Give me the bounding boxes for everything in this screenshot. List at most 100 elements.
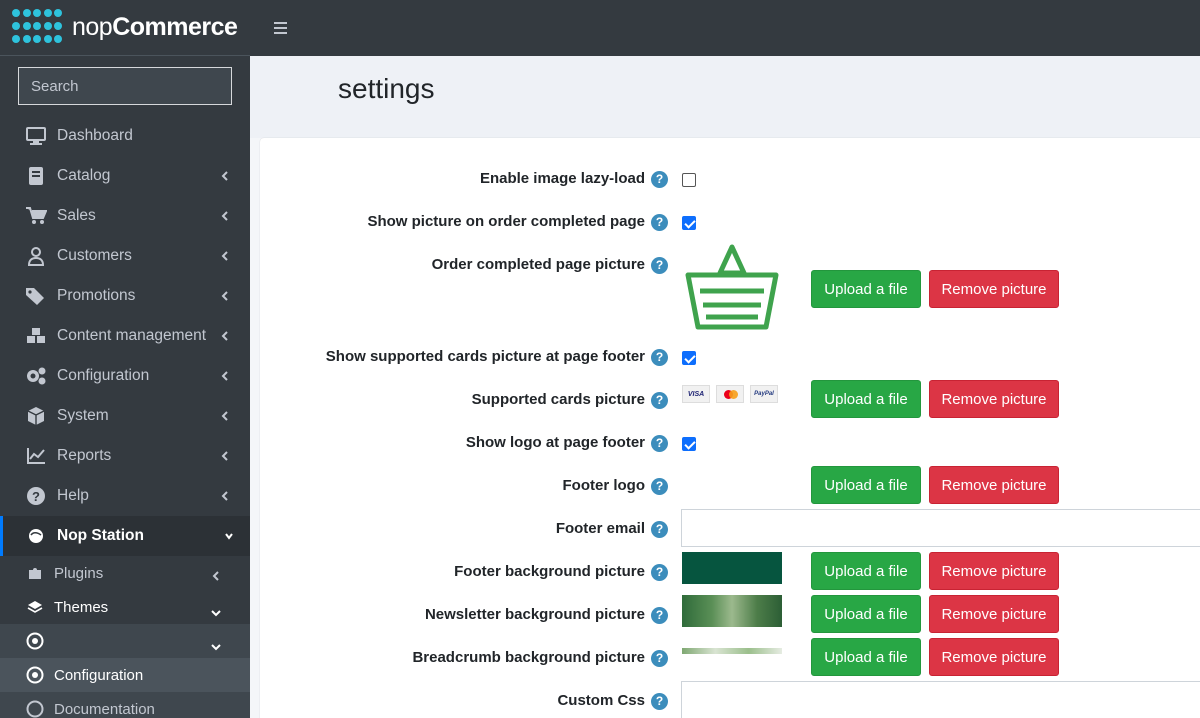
chevron-left-icon — [221, 171, 228, 181]
setting-row-show-cards: Show supported cards picture at page foo… — [260, 348, 1200, 368]
field-label: Breadcrumb background picture — [412, 649, 645, 666]
chevron-down-icon — [211, 610, 221, 617]
field-label: Custom Css — [557, 692, 645, 709]
menu-toggle-icon[interactable] — [274, 22, 287, 34]
setting-row-cards-picture: Supported cards picture ? VISA PayPal Up… — [260, 380, 1200, 420]
setting-row-show-logo: Show logo at page footer ? — [260, 434, 1200, 454]
help-icon[interactable]: ? — [651, 171, 668, 188]
layers-icon — [26, 598, 44, 616]
upload-footer-bg-button[interactable]: Upload a file — [811, 552, 921, 590]
sidebar-item-configuration[interactable]: Configuration — [0, 356, 250, 396]
dot-circle-icon — [26, 632, 44, 650]
cards-picture: VISA PayPal — [682, 385, 782, 403]
remove-breadcrumb-bg-button[interactable]: Remove picture — [929, 638, 1059, 676]
sidebar-item-label: Catalog — [57, 167, 111, 184]
footer-bg-thumbnail — [682, 552, 782, 584]
sidebar-item-theme-configuration[interactable]: Configuration — [0, 658, 250, 692]
sidebar-item-documentation[interactable]: Documentation — [0, 692, 250, 718]
sidebar-item-label: Content management — [57, 327, 207, 344]
show-logo-checkbox[interactable] — [682, 437, 696, 451]
field-label: Newsletter background picture — [424, 606, 645, 623]
upload-newsletter-bg-button[interactable]: Upload a file — [811, 595, 921, 633]
field-label: Footer background picture — [454, 563, 645, 580]
question-icon: ? — [25, 486, 47, 506]
brand-name: nopCommerce — [72, 13, 238, 41]
cube-icon — [25, 406, 47, 426]
top-navbar — [250, 0, 1200, 56]
breadcrumb-bg-thumbnail — [682, 648, 782, 654]
lazy-load-checkbox[interactable] — [682, 173, 696, 187]
chevron-left-icon — [221, 491, 228, 501]
setting-row-footer-email: Footer email ? — [260, 509, 1200, 549]
help-icon[interactable]: ? — [651, 693, 668, 710]
visa-card-icon: VISA — [682, 385, 710, 403]
sidebar-item-reports[interactable]: Reports — [0, 436, 250, 476]
remove-order-picture-button[interactable]: Remove picture — [929, 270, 1059, 308]
help-icon[interactable]: ? — [651, 564, 668, 581]
brand-logo-icon — [12, 8, 64, 47]
content-header: settings — [250, 56, 1200, 138]
setting-row-custom-css: Custom Css ? — [260, 681, 1200, 718]
sidebar-item-theme-group[interactable] — [0, 624, 250, 658]
cubes-icon — [25, 326, 47, 346]
setting-row-breadcrumb-bg: Breadcrumb background picture ? Upload a… — [260, 638, 1200, 678]
sidebar-item-promotions[interactable]: Promotions — [0, 276, 250, 316]
footer-email-input[interactable] — [681, 509, 1200, 547]
dot-circle-icon — [26, 666, 44, 684]
user-icon — [25, 246, 47, 266]
book-icon — [25, 166, 47, 186]
help-icon[interactable]: ? — [651, 257, 668, 274]
help-icon[interactable]: ? — [651, 650, 668, 667]
sidebar-item-dashboard[interactable]: Dashboard — [0, 116, 250, 156]
sidebar-item-plugins[interactable]: Plugins — [0, 556, 250, 590]
help-icon[interactable]: ? — [651, 435, 668, 452]
help-icon[interactable]: ? — [651, 392, 668, 409]
sidebar-search[interactable] — [18, 67, 232, 105]
sidebar-nav: Dashboard Catalog Sales Customers Promot… — [0, 116, 250, 556]
sidebar-item-label: Promotions — [57, 287, 136, 304]
sidebar-item-help[interactable]: ? Help — [0, 476, 250, 516]
field-label: Show logo at page footer — [465, 434, 645, 451]
mastercard-icon — [716, 385, 744, 403]
sidebar-item-themes[interactable]: Themes — [0, 590, 250, 624]
sidebar-item-label: Dashboard — [57, 127, 133, 144]
circle-icon — [26, 700, 44, 718]
sidebar-item-customers[interactable]: Customers — [0, 236, 250, 276]
upload-breadcrumb-bg-button[interactable]: Upload a file — [811, 638, 921, 676]
help-icon[interactable]: ? — [651, 349, 668, 366]
newsletter-bg-thumbnail — [682, 595, 782, 627]
setting-row-order-picture: Order completed page picture ? Upload a … — [260, 243, 1200, 333]
remove-footer-bg-button[interactable]: Remove picture — [929, 552, 1059, 590]
help-icon[interactable]: ? — [651, 607, 668, 624]
custom-css-textarea[interactable] — [681, 681, 1200, 718]
chevron-left-icon — [221, 291, 228, 301]
brand[interactable]: nopCommerce — [0, 0, 250, 56]
sidebar-item-content-management[interactable]: Content management — [0, 316, 250, 356]
sidebar-item-sales[interactable]: Sales — [0, 196, 250, 236]
chevron-left-icon — [221, 211, 228, 221]
sidebar-item-label: Themes — [54, 598, 109, 616]
show-cards-checkbox[interactable] — [682, 351, 696, 365]
field-label: Footer email — [555, 520, 645, 537]
sidebar-item-label: Configuration — [54, 666, 144, 684]
remove-footer-logo-button[interactable]: Remove picture — [929, 466, 1059, 504]
monitor-icon — [25, 126, 47, 146]
remove-cards-picture-button[interactable]: Remove picture — [929, 380, 1059, 418]
sidebar-item-system[interactable]: System — [0, 396, 250, 436]
show-order-picture-checkbox[interactable] — [682, 216, 696, 230]
remove-newsletter-bg-button[interactable]: Remove picture — [929, 595, 1059, 633]
upload-cards-picture-button[interactable]: Upload a file — [811, 380, 921, 418]
field-label: Supported cards picture — [471, 391, 645, 408]
paypal-card-icon: PayPal — [750, 385, 778, 403]
page-title: settings — [338, 73, 435, 104]
help-icon[interactable]: ? — [651, 521, 668, 538]
nopstation-icon — [25, 526, 47, 546]
upload-footer-logo-button[interactable]: Upload a file — [811, 466, 921, 504]
help-icon[interactable]: ? — [651, 478, 668, 495]
help-icon[interactable]: ? — [651, 214, 668, 231]
sidebar-item-nop-station[interactable]: Nop Station — [0, 516, 250, 556]
upload-order-picture-button[interactable]: Upload a file — [811, 270, 921, 308]
gears-icon — [25, 366, 47, 386]
search-input[interactable] — [31, 77, 230, 95]
sidebar-item-catalog[interactable]: Catalog — [0, 156, 250, 196]
